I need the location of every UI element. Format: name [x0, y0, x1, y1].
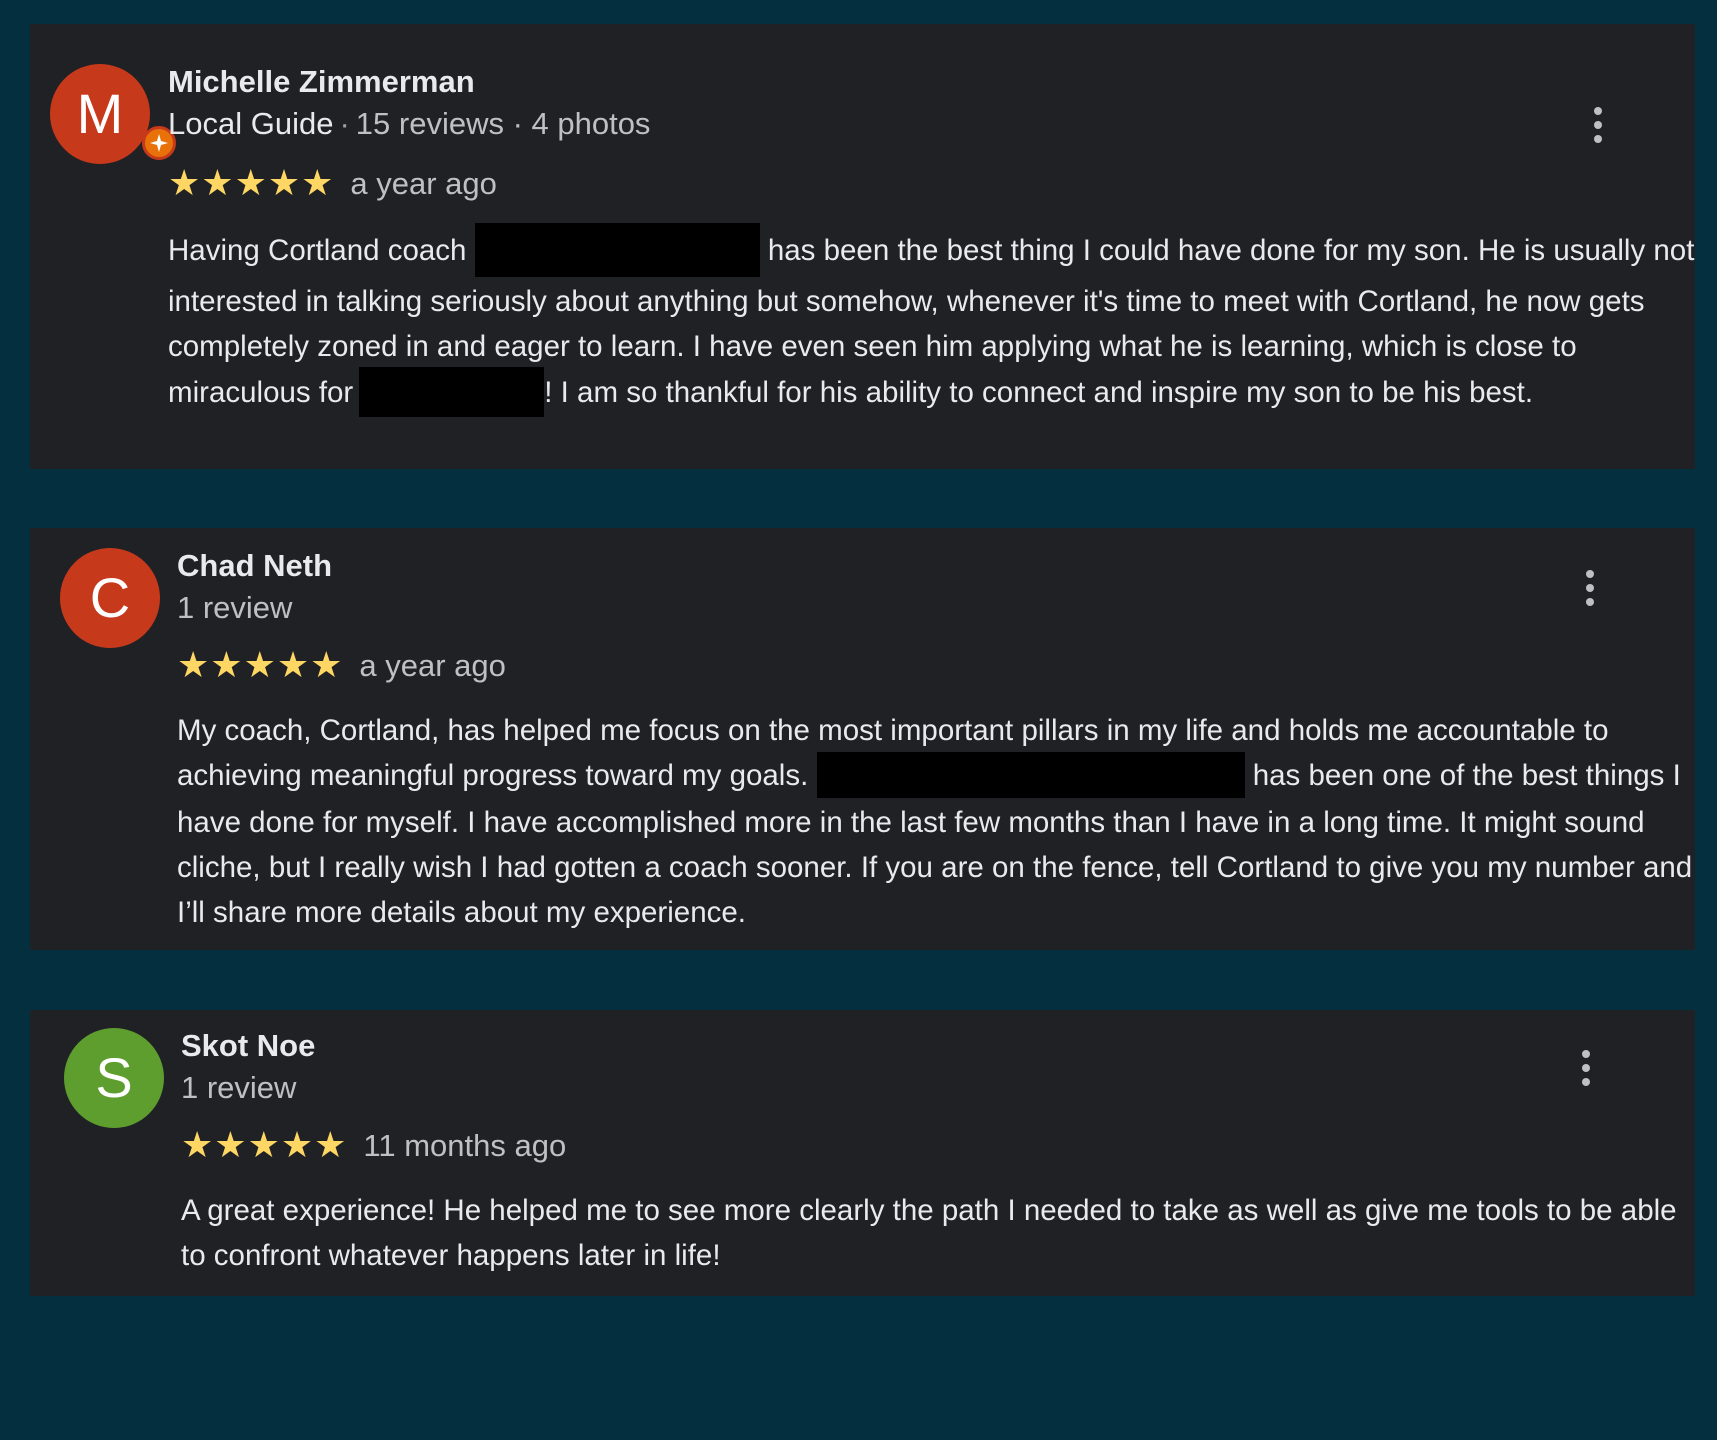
star-icon: ★: [210, 645, 243, 686]
avatar[interactable]: S: [64, 1028, 164, 1128]
reviewer-stats: 1 review: [177, 590, 293, 625]
reviewer-name[interactable]: Chad Neth: [177, 548, 332, 584]
star-icon: ★: [276, 645, 310, 686]
reviewer-meta: Local Guide · 15 reviews · 4 photos: [168, 106, 651, 141]
review-date: a year ago: [359, 648, 506, 683]
review-card: S Skot Noe 1 review ★ ★ ★ ★ ★ 11 months …: [30, 1010, 1695, 1296]
reviewer-name[interactable]: Skot Noe: [181, 1028, 315, 1064]
star-icon: ★: [267, 163, 301, 204]
star-icon: ★: [280, 1125, 314, 1166]
redaction-block: [474, 223, 760, 277]
review-text: Having Cortland coach has been the best …: [168, 223, 1713, 419]
star-icon: ★: [201, 163, 234, 204]
more-vert-icon[interactable]: [1566, 1042, 1606, 1094]
reviewer-name[interactable]: Michelle Zimmerman: [168, 64, 475, 100]
review-date: 11 months ago: [363, 1128, 567, 1163]
star-icon: ★: [243, 645, 276, 686]
star-icon: ★: [168, 163, 201, 204]
reviewer-stats: 1 review: [181, 1070, 297, 1105]
redaction-block: [816, 752, 1245, 799]
local-guide-label: Local Guide: [168, 106, 334, 141]
review-date: a year ago: [350, 166, 497, 201]
review-text: My coach, Cortland, has helped me focus …: [177, 714, 1693, 930]
star-rating: ★ ★ ★ ★ ★: [168, 166, 334, 202]
reviewer-meta: 1 review: [177, 590, 292, 626]
star-rating: ★ ★ ★ ★ ★: [181, 1128, 347, 1164]
star-icon: ★: [181, 1125, 214, 1166]
more-vert-icon[interactable]: [1578, 99, 1618, 151]
star-icon: ★: [177, 645, 210, 686]
avatar[interactable]: C: [60, 548, 160, 648]
star-icon: ★: [314, 1125, 347, 1166]
star-icon: ★: [214, 1125, 247, 1166]
review-card: C Chad Neth 1 review ★ ★ ★ ★ ★ a year ag…: [30, 528, 1695, 950]
rating-row: ★ ★ ★ ★ ★ 11 months ago: [181, 1128, 566, 1164]
star-icon: ★: [310, 645, 343, 686]
reviewer-stats: 15 reviews · 4 photos: [355, 106, 651, 141]
star-icon: ★: [234, 163, 267, 204]
reviewer-meta: 1 review: [181, 1070, 296, 1106]
review-card: M Michelle Zimmerman Local Guide · 15 revi…: [30, 24, 1695, 469]
rating-row: ★ ★ ★ ★ ★ a year ago: [177, 648, 506, 684]
rating-row: ★ ★ ★ ★ ★ a year ago: [168, 166, 497, 202]
more-vert-icon[interactable]: [1570, 562, 1610, 614]
avatar[interactable]: M: [50, 64, 150, 164]
redaction-block: [359, 367, 545, 417]
star-rating: ★ ★ ★ ★ ★: [177, 648, 343, 684]
star-icon: ★: [247, 1125, 280, 1166]
review-text: A great experience! He helped me to see …: [181, 1194, 1677, 1272]
star-icon: ★: [301, 163, 334, 204]
